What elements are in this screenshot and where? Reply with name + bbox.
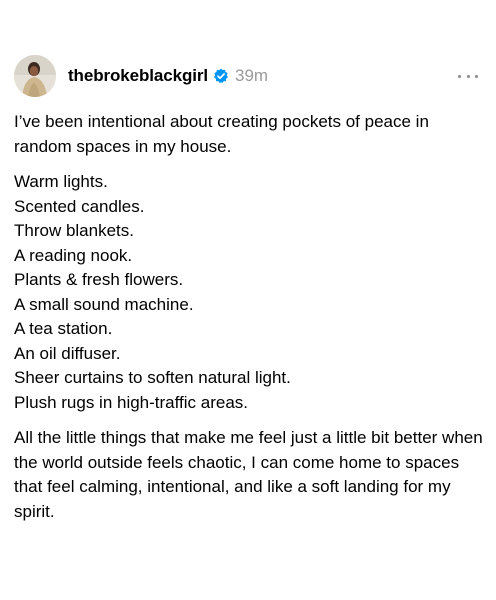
post-list: Warm lights. Scented candles. Throw blan… <box>14 170 488 415</box>
list-item: An oil diffuser. <box>14 343 121 363</box>
post-outro: All the little things that make me feel … <box>14 428 483 521</box>
avatar-image <box>14 55 56 97</box>
list-item: A tea station. <box>14 319 113 338</box>
more-dot <box>475 74 478 78</box>
list-item: A small sound machine. <box>14 294 194 314</box>
avatar[interactable] <box>14 55 56 97</box>
list-item: Scented candles. <box>14 196 145 216</box>
list-item: Plants & fresh flowers. <box>14 270 184 289</box>
post-timestamp[interactable]: 39m <box>235 66 268 86</box>
list-item: Sheer curtains to soften natural light. <box>14 368 291 387</box>
username[interactable]: thebrokeblackgirl <box>68 66 208 86</box>
thread-post: thebrokeblackgirl 39m I’ve been intentio… <box>0 0 496 600</box>
post-body: I’ve been intentional about creating poc… <box>14 110 488 524</box>
more-options-icon[interactable] <box>458 66 478 86</box>
post-intro: I’ve been intentional about creating poc… <box>14 112 429 156</box>
list-item: Plush rugs in high-traffic areas. <box>14 392 249 412</box>
list-item: A reading nook. <box>14 245 133 265</box>
post-header: thebrokeblackgirl 39m <box>14 54 482 98</box>
more-dot <box>466 74 470 78</box>
more-dot <box>458 74 461 78</box>
list-item: Throw blankets. <box>14 221 134 240</box>
verified-badge-icon <box>213 68 229 84</box>
list-item: Warm lights. <box>14 172 108 191</box>
